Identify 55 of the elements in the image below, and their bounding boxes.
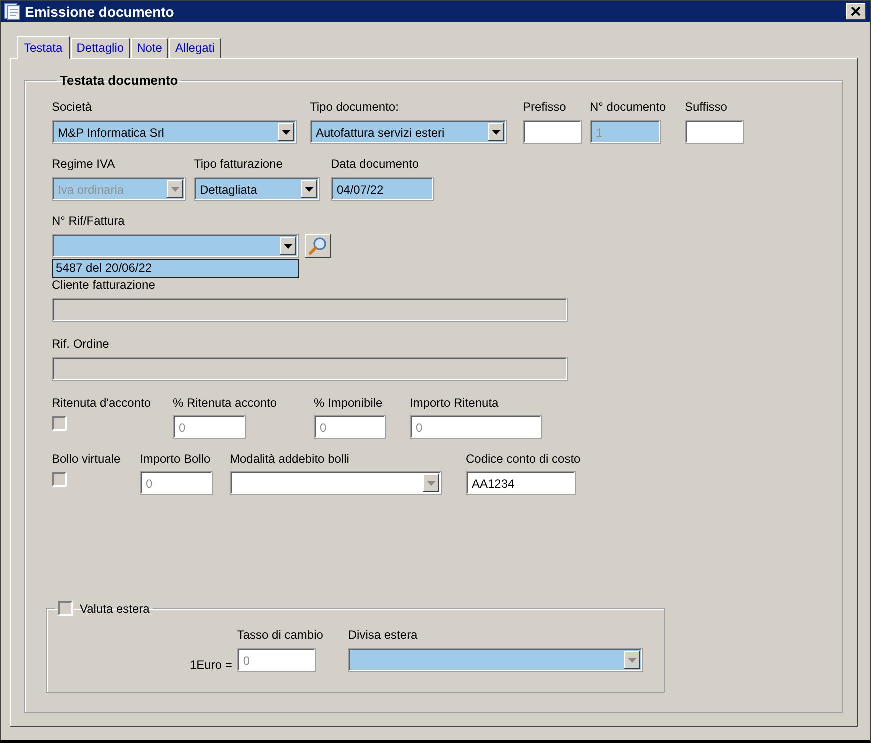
search-icon bbox=[308, 236, 328, 256]
field-label: Tipo fatturazione bbox=[194, 157, 283, 171]
field-label: Regime IVA bbox=[52, 157, 116, 171]
field-label: Data documento bbox=[331, 157, 420, 171]
close-icon bbox=[851, 7, 861, 16]
group-title: Testata documento bbox=[59, 73, 180, 88]
field-label: Importo Bollo bbox=[140, 452, 211, 466]
dropdown-field[interactable]: Dettagliata bbox=[194, 177, 320, 201]
field-label: Modalità addebito bolli bbox=[230, 452, 350, 466]
caret-icon bbox=[423, 474, 439, 492]
tab[interactable]: Dettaglio bbox=[70, 38, 130, 58]
field-label: Tasso di cambio bbox=[237, 628, 324, 642]
field-label: % Ritenuta acconto bbox=[173, 396, 278, 410]
search-button[interactable] bbox=[305, 234, 331, 258]
document-icon bbox=[4, 2, 21, 20]
close-button[interactable] bbox=[846, 3, 866, 20]
field-label: N° documento bbox=[590, 100, 666, 114]
caret-icon bbox=[624, 651, 640, 669]
window-title: Emissione documento bbox=[25, 4, 176, 20]
tab[interactable]: Testata bbox=[17, 36, 70, 59]
input-field[interactable]: 04/07/22 bbox=[331, 177, 434, 201]
tab[interactable]: Allegati bbox=[169, 38, 221, 58]
caret-icon bbox=[301, 180, 317, 198]
field-label: Prefisso bbox=[523, 100, 566, 114]
dropdown-field[interactable] bbox=[52, 234, 299, 258]
field-label: Tipo documento: bbox=[310, 100, 399, 114]
tab[interactable]: Note bbox=[131, 38, 168, 58]
input-field[interactable]: AA1234 bbox=[466, 471, 576, 495]
field-label: Società bbox=[52, 100, 92, 114]
caret-icon bbox=[167, 180, 183, 198]
field-label: Suffisso bbox=[685, 100, 728, 114]
input-field[interactable] bbox=[52, 298, 568, 322]
field-label: Cliente fatturazione bbox=[52, 278, 156, 292]
checkbox[interactable] bbox=[58, 601, 73, 616]
input-field[interactable] bbox=[685, 120, 744, 144]
field-label: N° Rif/Fattura bbox=[52, 214, 125, 228]
caret-icon bbox=[488, 123, 504, 141]
field-label: Codice conto di costo bbox=[466, 452, 581, 466]
checkbox[interactable] bbox=[52, 416, 67, 431]
field-label: Rif. Ordine bbox=[52, 337, 110, 351]
field-label: Divisa estera bbox=[348, 628, 418, 642]
field-label: Bollo virtuale bbox=[52, 452, 121, 466]
field-label: 1Euro = bbox=[190, 657, 232, 674]
checkbox[interactable] bbox=[52, 472, 67, 487]
caret-icon bbox=[278, 123, 294, 141]
checkbox-label: Valuta estera bbox=[80, 602, 150, 616]
dropdown-item[interactable]: 5487 del 20/06/22 bbox=[52, 259, 299, 278]
input-field[interactable] bbox=[523, 120, 582, 144]
field-label: % Imponibile bbox=[314, 396, 383, 410]
field-label: Ritenuta d'acconto bbox=[52, 396, 152, 410]
input-field[interactable] bbox=[52, 357, 568, 381]
dropdown-field[interactable]: M&P Informatica Srl bbox=[52, 120, 297, 144]
field-label: Importo Ritenuta bbox=[410, 396, 499, 410]
dropdown-field[interactable]: Autofattura servizi esteri bbox=[310, 120, 507, 144]
caret-icon bbox=[280, 237, 296, 255]
